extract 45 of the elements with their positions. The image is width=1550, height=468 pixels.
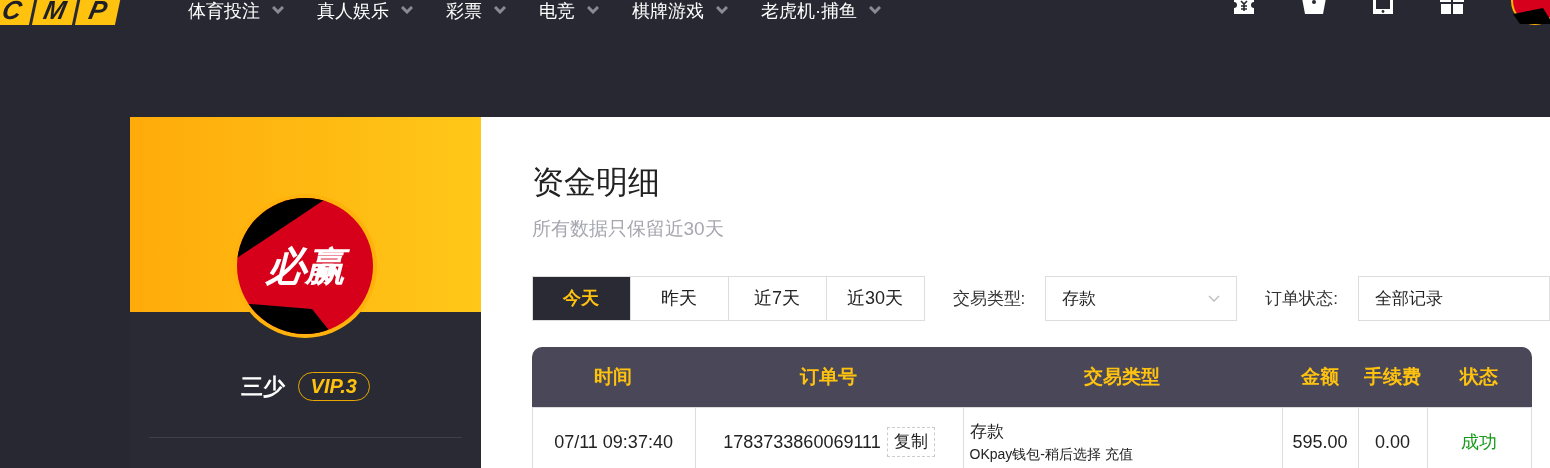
table-cell: 07/11 09:37:40: [532, 408, 696, 468]
table-cell: 595.00: [1282, 408, 1359, 468]
column-header: 状态: [1458, 365, 1500, 389]
logo-letter: P: [74, 0, 122, 25]
nav-item[interactable]: 电竞: [539, 0, 575, 22]
avatar-text: 必赢: [260, 242, 351, 290]
date-tab[interactable]: 近7天: [727, 276, 827, 321]
chevron-down-icon: [716, 6, 728, 14]
copy-button[interactable]: 复制: [886, 427, 935, 457]
logo-letter: M: [31, 0, 79, 25]
table-cell: 0.00: [1358, 408, 1428, 468]
grid-icon[interactable]: [1440, 0, 1464, 14]
page-subtitle: 所有数据只保留近30天: [531, 217, 725, 241]
user-name: 三少: [240, 373, 285, 401]
column-header: 交易类型: [1083, 365, 1162, 389]
page-title: 资金明细: [531, 163, 661, 202]
filter-select[interactable]: 全部记录: [1358, 276, 1550, 321]
chevron-down-icon: [401, 6, 413, 14]
money-icon[interactable]: [1232, 0, 1256, 14]
status-text: 成功: [1461, 430, 1498, 454]
nav-item[interactable]: 体育投注: [188, 0, 260, 22]
chevron-down-icon: [869, 6, 881, 14]
order-number: 1783733860069111: [723, 430, 881, 454]
phone-icon[interactable]: [1372, 0, 1394, 14]
chevron-down-icon: [494, 6, 506, 14]
column-header: 订单号: [798, 365, 859, 389]
column-header: 手续费: [1362, 365, 1422, 389]
filter-label: 订单状态:: [1265, 287, 1338, 310]
nav-item[interactable]: 棋牌游戏: [632, 0, 704, 22]
chevron-down-icon: [1208, 295, 1221, 302]
chevron-down-icon: [272, 6, 284, 14]
nav-item[interactable]: 彩票: [446, 0, 482, 22]
chevron-down-icon: [587, 6, 599, 14]
filter-select[interactable]: 存款: [1045, 276, 1238, 321]
transaction-detail: OKpay钱包-稍后选择 充值: [969, 445, 1134, 464]
column-header: 金额: [1299, 365, 1340, 389]
date-tab[interactable]: 近30天: [825, 276, 925, 321]
nav-item[interactable]: 老虎机·捕鱼: [761, 0, 857, 22]
nav-item[interactable]: 真人娱乐: [317, 0, 389, 22]
bag-icon[interactable]: [1302, 0, 1326, 14]
filter-label: 交易类型:: [952, 287, 1026, 310]
column-header: 时间: [593, 365, 634, 389]
date-tab[interactable]: 今天: [531, 276, 631, 321]
date-tab[interactable]: 昨天: [629, 276, 729, 321]
transaction-type: 存款: [969, 421, 1005, 443]
